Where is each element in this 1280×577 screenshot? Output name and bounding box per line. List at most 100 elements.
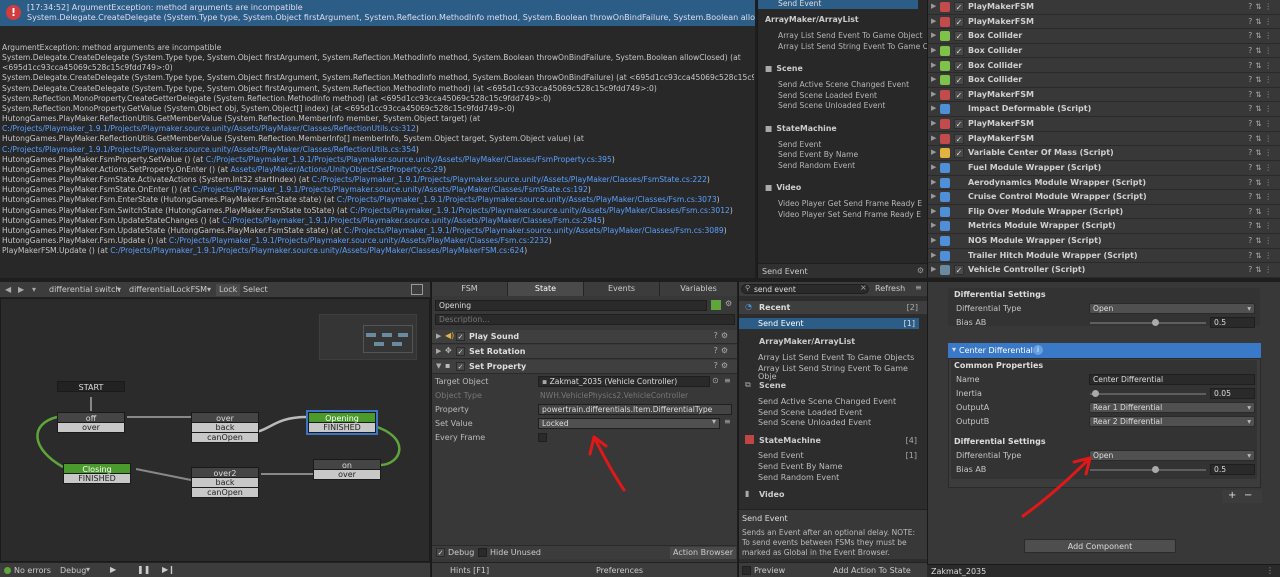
action-item[interactable]: Video Player Set Send Frame Ready E <box>778 210 921 219</box>
selected-error-entry[interactable]: ! [17:34:52] ArgumentException: method a… <box>0 0 755 26</box>
transition-event[interactable]: over <box>313 470 381 480</box>
set-value-dropdown[interactable]: Locked <box>538 418 720 429</box>
every-frame-checkbox[interactable] <box>538 433 547 442</box>
expand-arrow-icon[interactable]: ▶ <box>931 149 936 156</box>
component-menu-icons[interactable]: ?⇅⋮ <box>1248 62 1275 70</box>
gear-icon[interactable]: ⚙ <box>917 267 924 275</box>
category-video[interactable]: Video <box>759 491 784 499</box>
tab-fsm[interactable]: FSM <box>432 282 508 296</box>
expand-arrow-icon[interactable]: ▶ <box>931 90 936 98</box>
bias-ab-slider-knob[interactable] <box>1152 466 1159 473</box>
expand-arrow-icon[interactable]: ▶ <box>931 251 936 259</box>
category-statemachine[interactable]: StateMachine <box>759 437 821 445</box>
component-header[interactable]: ▶ ✓ PlayMakerFSM ?⇅⋮ <box>928 117 1280 132</box>
menu-icon[interactable]: ≡ <box>724 418 731 426</box>
debug-checkbox[interactable]: ✓ <box>436 548 445 557</box>
category-recent[interactable]: ◔ Recent [2] <box>739 301 927 314</box>
source-link[interactable]: C:/Projects/Playmaker_1.9.1/Projects/Pla… <box>193 185 588 194</box>
category-header[interactable]: ■ Scene <box>765 65 803 77</box>
category-header[interactable]: ■ Video <box>765 184 801 196</box>
state-over2[interactable]: over2 back canOpen <box>191 467 259 498</box>
source-link[interactable]: C:/Projects/Playmaker_1.9.1/Projects/Pla… <box>350 206 730 215</box>
action-item[interactable]: Send Event By Name <box>778 151 858 159</box>
expand-arrow-icon[interactable]: ▶ <box>931 163 936 171</box>
component-header[interactable]: ▶ NOS Module Wrapper (Script) ?⇅⋮ <box>928 234 1280 249</box>
add-action-button[interactable]: Add Action To State <box>833 567 911 575</box>
select-button[interactable]: Select <box>243 284 268 296</box>
action-item[interactable]: Send Random Event <box>758 474 839 482</box>
transition-event[interactable]: canOpen <box>191 488 259 498</box>
component-menu-icons[interactable]: ?⇅⋮ <box>1248 164 1275 172</box>
transition-event[interactable]: over <box>57 423 125 433</box>
expand-arrow-icon[interactable]: ▶ <box>931 32 936 39</box>
component-menu-icons[interactable]: ?⇅⋮ <box>1248 120 1275 128</box>
selected-action-row[interactable]: Send Event <box>758 0 918 9</box>
enable-checkbox[interactable]: ✓ <box>954 89 964 100</box>
collapse-arrow-icon[interactable]: ▼ <box>436 363 441 370</box>
component-header[interactable]: ▶ Cruise Control Module Wrapper (Script)?… <box>928 190 1280 205</box>
menu-icon[interactable]: ⋮ <box>1266 567 1274 575</box>
center-differential-foldout[interactable]: ▾ Center Differential i <box>948 343 1261 358</box>
refresh-button[interactable]: Refresh <box>875 285 905 293</box>
component-header[interactable]: ▶ Flip Over Module Wrapper (Script) ?⇅⋮ <box>928 205 1280 220</box>
action-item-send-event-selected[interactable]: Send Event [1] <box>739 318 919 329</box>
component-header[interactable]: ▶ ✓ Box Collider ?⇅⋮ <box>928 73 1280 88</box>
expand-arrow-icon[interactable]: ▶ <box>931 266 936 273</box>
bias-ab-field[interactable]: 0.5 <box>1210 317 1255 328</box>
component-menu-icons[interactable]: ?⇅⋮ <box>1248 208 1275 216</box>
source-link[interactable]: C:/Projects/Playmaker_1.9.1/Projects/Pla… <box>169 236 549 245</box>
state-closing[interactable]: Closing FINISHED <box>63 463 131 484</box>
component-menu-icons[interactable]: ?⇅⋮ <box>1248 237 1275 245</box>
state-off[interactable]: off over <box>57 412 125 433</box>
component-header[interactable]: ▶ ✓ PlayMakerFSM ?⇅⋮ <box>928 15 1280 30</box>
inertia-slider-knob[interactable] <box>1092 390 1099 397</box>
component-header[interactable]: ▶ Fuel Module Wrapper (Script) ?⇅⋮ <box>928 161 1280 176</box>
transition-event[interactable]: FINISHED <box>63 474 131 484</box>
component-header[interactable]: ▶ ✓ PlayMakerFSM ?⇅⋮ <box>928 132 1280 147</box>
state-over[interactable]: over back canOpen <box>191 412 259 443</box>
component-menu-icons[interactable]: ?⇅⋮ <box>1248 76 1275 84</box>
help-gear-icons[interactable]: ?⚙ <box>714 347 731 355</box>
enable-checkbox[interactable]: ✓ <box>954 75 964 86</box>
tab-events[interactable]: Events <box>584 282 660 296</box>
component-header[interactable]: ▶ ✓ PlayMakerFSM ?⇅⋮ <box>928 88 1280 103</box>
state-name-field[interactable]: Opening <box>435 300 707 311</box>
add-element-button[interactable]: + <box>1228 491 1236 501</box>
expand-arrow-icon[interactable]: ▶ <box>931 3 936 10</box>
enable-checkbox[interactable]: ✓ <box>954 60 964 71</box>
component-header[interactable]: ▶ ✓ Box Collider ?⇅⋮ <box>928 59 1280 74</box>
state-opening[interactable]: Opening FINISHED <box>306 410 378 435</box>
dropdown-icon[interactable]: ▾ <box>32 284 36 296</box>
info-icon[interactable]: i <box>1033 345 1043 355</box>
action-item[interactable]: Array List Send Event To Game Objects <box>758 354 914 362</box>
enable-checkbox[interactable]: ✓ <box>456 362 465 371</box>
action-item[interactable]: Video Player Get Send Frame Ready E <box>778 200 922 208</box>
category-arraylist[interactable]: ArrayMaker/ArrayList <box>759 338 855 346</box>
bias-ab-slider-track[interactable] <box>1090 469 1206 471</box>
help-gear-icons[interactable]: ?⚙ <box>714 332 731 340</box>
gear-icon[interactable]: ⚙ <box>725 300 732 308</box>
action-play-sound[interactable]: ▶ ◀) ✓ Play Sound ?⚙ <box>432 330 737 344</box>
action-item[interactable]: Array List Send String Event To Game Obj… <box>758 365 927 381</box>
enable-checkbox[interactable]: ✓ <box>954 133 964 144</box>
fsm-select[interactable]: differentialLockFSM <box>129 284 207 296</box>
enable-checkbox[interactable]: ✓ <box>456 332 465 341</box>
component-header[interactable]: ▶ Aerodynamics Module Wrapper (Script) ?⇅⋮ <box>928 176 1280 191</box>
source-link[interactable]: C:/Projects/Playmaker_1.9.1/Projects/Pla… <box>344 226 724 235</box>
source-link[interactable]: C:/Projects/Playmaker_1.9.1/Projects/Pla… <box>206 155 612 164</box>
source-link[interactable]: C:/Projects/Playmaker_1.9.1/Projects/Pla… <box>2 145 416 154</box>
name-field[interactable]: Center Differential <box>1089 374 1255 385</box>
remove-element-button[interactable]: − <box>1244 491 1252 501</box>
bias-ab-slider-track[interactable] <box>1090 322 1206 324</box>
component-menu-icons[interactable]: ?⇅⋮ <box>1248 252 1275 260</box>
expand-arrow-icon[interactable]: ▶ <box>931 178 936 186</box>
component-menu-icons[interactable]: ?⇅⋮ <box>1248 193 1275 201</box>
enable-checkbox[interactable]: ✓ <box>954 45 964 56</box>
state-on[interactable]: on over <box>313 459 381 480</box>
component-header[interactable]: ▶ ✓ Variable Center Of Mass (Script) ?⇅⋮ <box>928 146 1280 161</box>
action-item[interactable]: Send Active Scene Changed Event <box>758 398 896 406</box>
search-input[interactable]: ⚲ send event <box>741 284 869 294</box>
component-menu-icons[interactable]: ?⇅⋮ <box>1248 18 1275 26</box>
gameobject-select[interactable]: differential switch <box>49 284 120 296</box>
action-item[interactable]: Array List Send Event To Game Object <box>778 32 922 40</box>
